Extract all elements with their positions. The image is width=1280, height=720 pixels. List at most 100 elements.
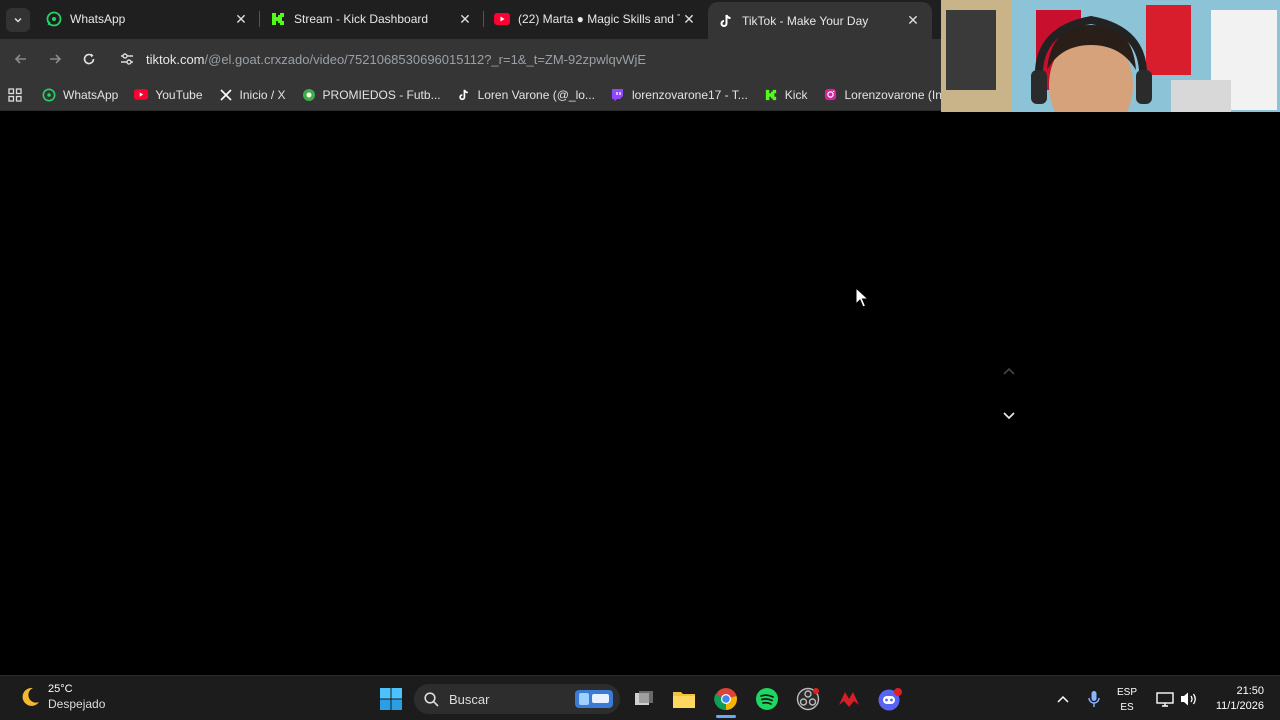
whatsapp-icon [42,88,56,102]
chevron-up-icon [1003,367,1015,375]
volume-button[interactable] [1176,683,1202,715]
bookmark-label: lorenzovarone17 - T... [631,87,748,102]
kick-icon [764,88,778,102]
discord-icon [878,688,902,711]
network-button[interactable] [1152,683,1178,715]
forward-button[interactable] [38,42,72,76]
kick-icon [270,11,286,27]
clock-time: 21:50 [1236,685,1264,697]
task-view-icon [635,691,653,705]
bookmark-twitch[interactable]: lorenzovarone17 - T... [611,88,748,102]
apps-grid-icon[interactable] [8,84,22,106]
system-clock[interactable]: 21:50 11/1/2026 [1208,684,1264,714]
close-icon[interactable]: ✕ [456,10,474,28]
show-hidden-icons-button[interactable] [1048,683,1078,715]
toolbar: tiktok.com/@el.goat.crxzado/video/752106… [0,39,941,79]
chevron-up-icon [1057,695,1069,703]
bookmarks-bar: WhatsApp YouTube Inicio / X PROMIEDOS - … [0,79,961,111]
tab-kick-dashboard[interactable]: Stream - Kick Dashboard ✕ [260,2,484,36]
chevron-down-icon [6,7,30,32]
language-code: ESP [1117,687,1138,698]
taskbar-search[interactable]: Buscar [414,684,620,714]
x-icon [219,88,233,102]
weather-temperature: 25°C [48,683,73,695]
bookmark-whatsapp[interactable]: WhatsApp [42,88,118,102]
bookmark-promiedos[interactable]: PROMIEDOS - Futb... [302,88,441,102]
obs-icon [796,687,820,711]
discord-button[interactable] [874,683,906,715]
bookmark-label: Loren Varone (@_lo... [477,87,595,102]
site-settings-icon[interactable] [116,48,138,70]
bookmark-label: Kick [784,87,808,102]
close-icon[interactable]: ✕ [232,10,250,28]
obs-button[interactable] [792,683,824,715]
search-icon [424,691,439,707]
arrow-right-icon [50,54,62,64]
bookmark-label: PROMIEDOS - Futb... [322,87,441,102]
folder-icon [673,692,695,708]
bookmark-label: YouTube [155,87,203,102]
start-button[interactable] [375,683,407,715]
red-app-icon [839,692,859,707]
windows-icon [380,688,402,710]
chrome-button[interactable] [710,683,742,715]
tab-title: (22) Marta ● Magic Skills and Tr [518,12,680,26]
tab-search-button[interactable] [0,0,36,39]
whatsapp-icon [46,11,62,27]
bookmark-tiktok[interactable]: Loren Varone (@_lo... [457,88,595,102]
streaming-app-button[interactable] [833,683,865,715]
bookmark-kick[interactable]: Kick [764,87,808,102]
next-video-button[interactable] [998,405,1020,427]
input-language[interactable]: ESP ES [1117,685,1137,715]
page-content [0,112,1280,675]
url-path: /@el.goat.crxzado/video/7521068530696015… [204,51,647,67]
network-icon [1156,692,1174,707]
close-icon[interactable]: ✕ [680,10,698,28]
bookmark-youtube[interactable]: YouTube [134,87,203,102]
taskbar: 25°C Despejado Buscar ESP ES 21:50 11/1/… [0,675,1280,720]
chevron-down-icon [1003,412,1015,420]
task-view-button[interactable] [628,683,660,715]
tab-title: Stream - Kick Dashboard [294,12,429,26]
previous-video-button[interactable] [998,360,1020,382]
reload-button[interactable] [72,42,106,76]
weather-description: Despejado [48,697,106,711]
back-button[interactable] [4,42,38,76]
speaker-icon [1181,692,1196,706]
moon-icon [22,687,39,706]
tiktok-icon [457,88,471,102]
screen: WhatsApp ✕ Stream - Kick Dashboard ✕ (22… [0,0,1280,720]
spotify-button[interactable] [751,683,783,715]
youtube-icon [494,11,510,27]
mouse-cursor-icon [855,286,870,313]
clock-date: 11/1/2026 [1215,700,1264,712]
tab-strip: WhatsApp ✕ Stream - Kick Dashboard ✕ (22… [0,0,941,39]
file-explorer-button[interactable] [668,683,700,715]
spotify-icon [756,688,778,710]
tab-whatsapp[interactable]: WhatsApp ✕ [36,2,260,36]
weather-widget[interactable]: 25°C Despejado [18,682,105,712]
search-placeholder: Buscar [449,691,490,707]
bookmark-x[interactable]: Inicio / X [219,88,286,102]
microphone-icon [1088,691,1100,707]
tab-title: WhatsApp [70,12,126,26]
bookmark-label: WhatsApp [63,87,119,102]
search-highlight-icon [575,690,613,708]
reload-icon [83,53,95,65]
promiedos-icon [302,88,316,102]
microphone-button[interactable] [1080,683,1108,715]
url-host: tiktok.com [146,51,205,67]
bookmark-label: Inicio / X [239,87,286,102]
tab-youtube[interactable]: (22) Marta ● Magic Skills and Tr ✕ [484,2,708,36]
keyboard-layout: ES [1120,702,1134,713]
active-app-indicator [716,715,736,718]
tiktok-icon [718,13,734,29]
close-icon[interactable]: ✕ [904,12,922,30]
chrome-icon [714,688,737,711]
twitch-icon [611,88,625,102]
youtube-icon [134,88,149,102]
address-bar[interactable]: tiktok.com/@el.goat.crxzado/video/752106… [112,43,932,75]
tab-title: TikTok - Make Your Day [742,13,869,28]
tab-tiktok[interactable]: TikTok - Make Your Day ✕ [708,2,932,39]
instagram-icon [823,88,837,102]
